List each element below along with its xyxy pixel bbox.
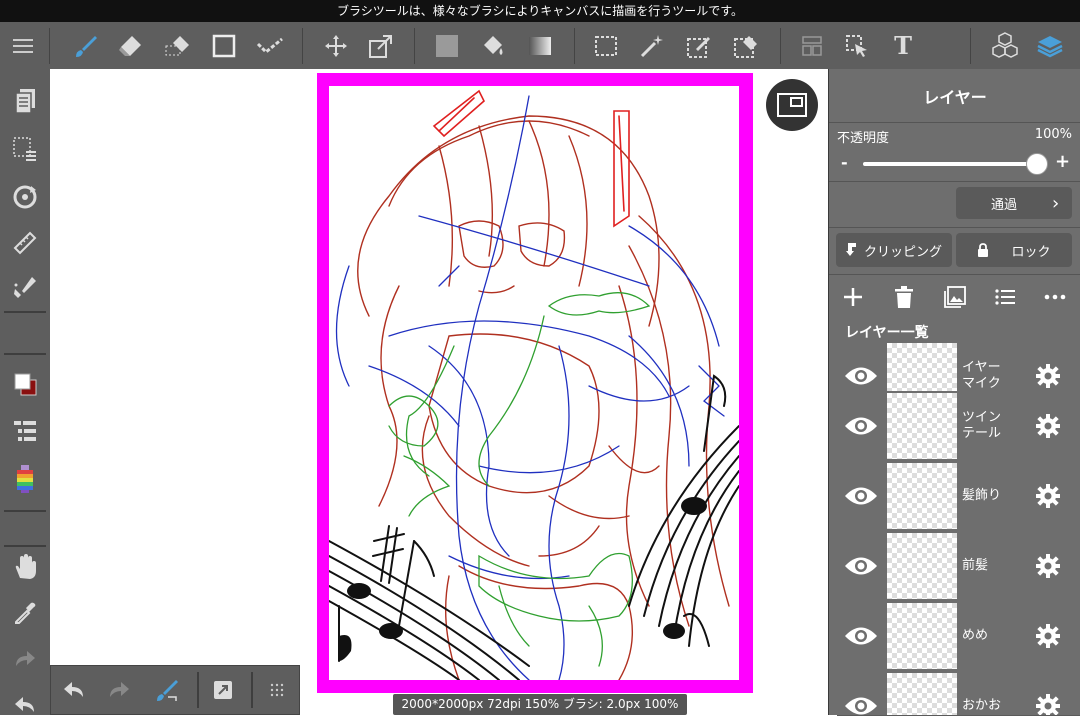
- magic-wand-icon[interactable]: [628, 22, 676, 69]
- layer-panel: レイヤー 不透明度 100% - + 通過 › クリッピング ロック レイヤー一…: [828, 69, 1080, 716]
- selection-icon[interactable]: [0, 131, 50, 167]
- move-icon[interactable]: [314, 22, 358, 69]
- layer-name: 前髪: [962, 558, 989, 573]
- opacity-plus-button[interactable]: +: [1055, 151, 1070, 172]
- brush-icon[interactable]: [64, 22, 108, 69]
- layer-thumbnail: [887, 673, 957, 715]
- opacity-minus-button[interactable]: -: [841, 153, 848, 172]
- top-toolbar: T: [0, 22, 1080, 69]
- eraser-icon[interactable]: [108, 22, 152, 69]
- eye-icon[interactable]: [843, 361, 879, 391]
- select-eraser-icon[interactable]: [722, 22, 770, 69]
- blur-eraser-icon[interactable]: [152, 22, 202, 69]
- lock-button[interactable]: ロック: [956, 233, 1072, 267]
- blend-mode-button[interactable]: 通過 ›: [956, 187, 1072, 219]
- 3d-model-icon[interactable]: [982, 22, 1028, 69]
- lock-label: ロック: [1011, 244, 1051, 260]
- layer-thumbnail: [887, 463, 957, 529]
- fill-pen-icon[interactable]: [0, 269, 50, 305]
- select-icon[interactable]: [584, 22, 628, 69]
- layer-thumbnail: [887, 603, 957, 669]
- lock-icon: [978, 243, 989, 257]
- gear-icon[interactable]: [1033, 551, 1063, 581]
- gear-icon[interactable]: [1033, 411, 1063, 441]
- correction-icon[interactable]: [246, 22, 294, 69]
- layer-name: ツイン テール: [962, 410, 1002, 441]
- layer-thumbnail: [887, 393, 957, 459]
- add-layer-icon[interactable]: [841, 285, 865, 309]
- hand-icon[interactable]: [0, 549, 50, 585]
- sketch-artwork: [329, 89, 739, 680]
- bottom-tool-panel: [50, 665, 300, 715]
- layer-row[interactable]: 前髪: [837, 531, 1080, 602]
- layer-row[interactable]: ツイン テール: [837, 391, 1080, 462]
- expand-icon[interactable]: [201, 666, 245, 714]
- redo-icon[interactable]: [97, 666, 141, 714]
- snap-icon[interactable]: [790, 22, 834, 69]
- opacity-label: 不透明度: [837, 131, 890, 146]
- layer-row[interactable]: めめ: [837, 601, 1080, 672]
- gear-icon[interactable]: [1033, 621, 1063, 651]
- layer-tree-icon[interactable]: [0, 413, 50, 449]
- rectangle-icon[interactable]: [202, 22, 246, 69]
- select-pen-icon[interactable]: [676, 22, 722, 69]
- color-swatch-icon[interactable]: [0, 366, 50, 402]
- clipping-arrow-icon: [845, 243, 856, 256]
- layer-name: 髪飾り: [962, 488, 1002, 503]
- brush-toggle-icon[interactable]: [143, 666, 191, 714]
- opacity-slider-track[interactable]: [863, 162, 1037, 166]
- layer-row[interactable]: おかお: [837, 671, 1080, 716]
- chevron-right-icon: ›: [1052, 192, 1060, 214]
- fill-rect-icon[interactable]: [424, 22, 470, 69]
- layers-icon[interactable]: [1028, 22, 1072, 69]
- rotate-icon[interactable]: [0, 179, 50, 215]
- layer-name: めめ: [962, 628, 989, 643]
- text-icon[interactable]: T: [880, 22, 926, 69]
- navigator-button[interactable]: [766, 79, 818, 131]
- pages-icon[interactable]: [0, 83, 50, 119]
- undo-icon[interactable]: [51, 666, 97, 714]
- layer-thumbnail: [887, 533, 957, 599]
- gradient-icon[interactable]: [516, 22, 564, 69]
- panel-title: レイヤー: [829, 69, 1080, 123]
- gear-icon[interactable]: [1033, 691, 1063, 715]
- menu-icon[interactable]: [0, 22, 46, 69]
- image-layer-icon[interactable]: [943, 285, 967, 309]
- grid-icon[interactable]: [255, 666, 299, 714]
- redo-icon[interactable]: [0, 641, 50, 677]
- layer-list-icon[interactable]: [993, 285, 1017, 309]
- layer-name: おかお: [962, 698, 1002, 713]
- status-bar: 2000*2000px 72dpi 150% ブラシ: 2.0px 100%: [393, 694, 687, 715]
- blend-mode-label: 通過: [990, 197, 1017, 213]
- layer-list-title: レイヤー一覧: [845, 325, 929, 341]
- more-options-icon[interactable]: [1043, 285, 1067, 309]
- navigator-icon: [777, 93, 807, 117]
- drawing-canvas[interactable]: [329, 86, 739, 680]
- eye-icon[interactable]: [843, 481, 879, 511]
- gear-icon[interactable]: [1033, 361, 1063, 391]
- layer-row[interactable]: 髪飾り: [837, 461, 1080, 532]
- delete-layer-icon[interactable]: [892, 285, 916, 309]
- eye-icon[interactable]: [843, 411, 879, 441]
- opacity-value: 100%: [1034, 127, 1072, 142]
- operation-icon[interactable]: [834, 22, 880, 69]
- opacity-slider-knob[interactable]: [1026, 153, 1048, 175]
- clipping-button[interactable]: クリッピング: [836, 233, 952, 267]
- transform-icon[interactable]: [358, 22, 404, 69]
- undo-icon[interactable]: [0, 687, 50, 723]
- eye-icon[interactable]: [843, 551, 879, 581]
- color-palette-icon[interactable]: [0, 461, 50, 497]
- bucket-icon[interactable]: [470, 22, 516, 69]
- tooltip-bar: ブラシツールは、様々なブラシによりキャンバスに描画を行うツールです。: [0, 0, 1080, 22]
- eye-icon[interactable]: [843, 621, 879, 651]
- ruler-icon[interactable]: [0, 225, 50, 261]
- left-sidebar: [0, 69, 50, 715]
- eye-icon[interactable]: [843, 691, 879, 715]
- clipping-label: クリッピング: [863, 244, 942, 260]
- gear-icon[interactable]: [1033, 481, 1063, 511]
- eyedropper-icon[interactable]: [0, 595, 50, 631]
